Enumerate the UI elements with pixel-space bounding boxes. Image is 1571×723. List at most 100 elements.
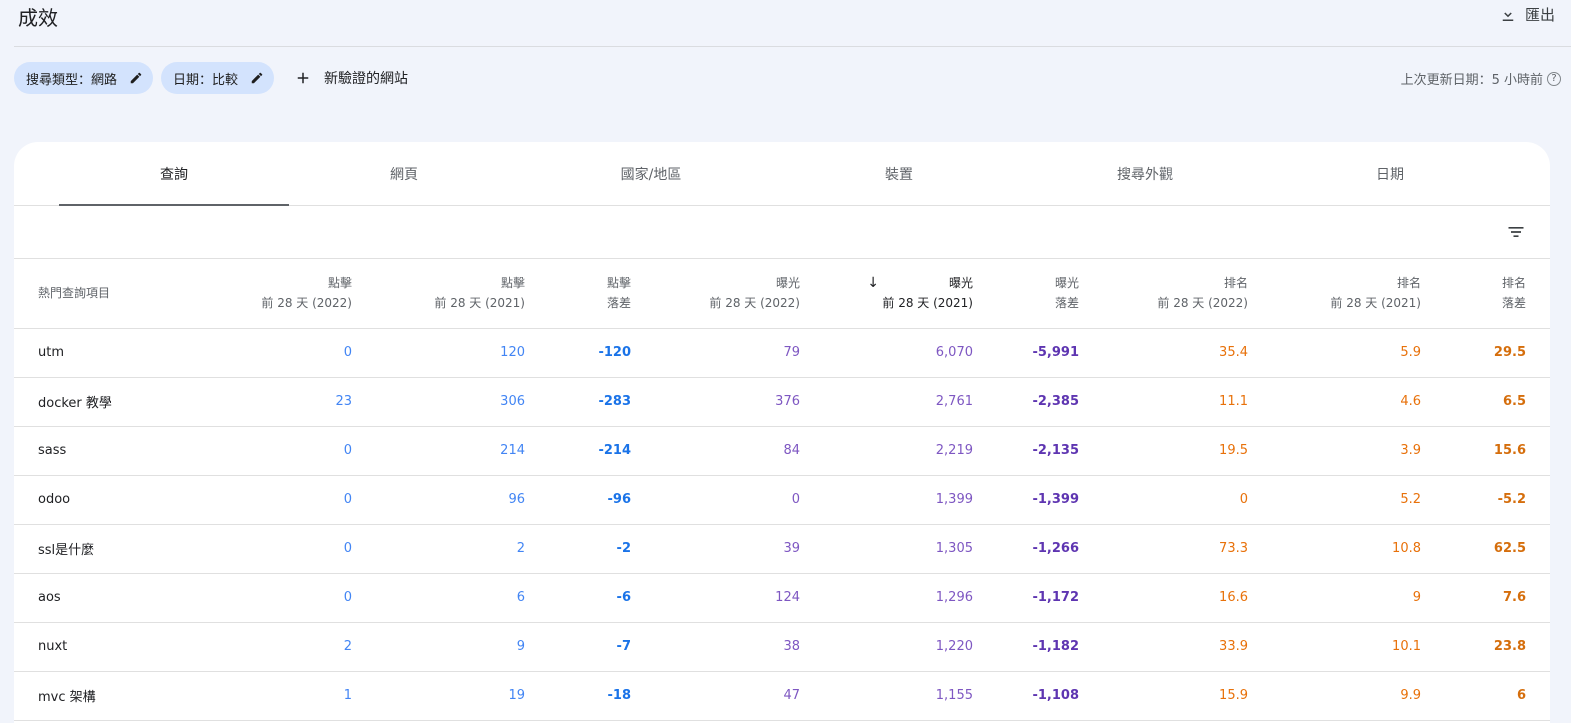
- clicks-2022-cell: 1: [194, 671, 376, 721]
- dimension-tabs: 查詢 網頁 國家/地區 裝置 搜尋外觀 日期: [14, 142, 1550, 206]
- header-position-diff[interactable]: 排名 落差: [1445, 259, 1550, 329]
- last-update: 上次更新日期：5 小時前 ?: [1401, 69, 1561, 88]
- header-clicks-2021[interactable]: 點擊前 28 天 (2021): [376, 259, 549, 329]
- tab-devices[interactable]: 裝置: [784, 142, 1014, 206]
- clicks-2022-cell: 0: [194, 475, 376, 525]
- table-row[interactable]: aos 0 6 -6 124 1,296 -1,172 16.6 9 7.6: [14, 573, 1550, 623]
- export-button[interactable]: 匯出: [1499, 4, 1555, 25]
- header-impressions-diff[interactable]: 曝光 落差: [997, 259, 1103, 329]
- position-2022-cell: 35.4: [1103, 328, 1272, 378]
- position-2021-cell: 9.9: [1272, 671, 1445, 721]
- position-2021-cell: 10.1: [1272, 622, 1445, 672]
- impressions-diff-cell: -5,991: [997, 328, 1103, 378]
- position-diff-cell: 6.5: [1445, 377, 1550, 427]
- tab-dates[interactable]: 日期: [1275, 142, 1505, 206]
- clicks-2021-cell: 19: [376, 671, 549, 721]
- impressions-2021-cell: 1,305: [824, 524, 997, 574]
- query-cell: nuxt: [14, 622, 194, 672]
- header-top-queries[interactable]: 熱門查詢項目: [14, 259, 194, 329]
- tab-queries[interactable]: 查詢: [59, 142, 289, 206]
- clicks-2021-cell: 96: [376, 475, 549, 525]
- position-2022-cell: 73.3: [1103, 524, 1272, 574]
- impressions-2022-cell: 79: [655, 328, 824, 378]
- impressions-2021-cell: 1,220: [824, 622, 997, 672]
- position-2022-cell: 0: [1103, 475, 1272, 525]
- filter-chips: 搜尋類型：網路 日期：比較 新驗證的網站: [14, 62, 408, 94]
- pencil-icon: [251, 72, 263, 84]
- impressions-2021-cell: 2,219: [824, 426, 997, 476]
- position-2022-cell: 19.5: [1103, 426, 1272, 476]
- position-2021-cell: 4.6: [1272, 377, 1445, 427]
- impressions-2022-cell: 0: [655, 475, 824, 525]
- tab-search-appearance[interactable]: 搜尋外觀: [1030, 142, 1260, 206]
- clicks-2022-cell: 0: [194, 426, 376, 476]
- position-2022-cell: 11.1: [1103, 377, 1272, 427]
- clicks-diff-cell: -6: [549, 573, 655, 623]
- table-row[interactable]: mvc 架構 1 19 -18 47 1,155 -1,108 15.9 9.9 6: [14, 671, 1550, 721]
- clicks-diff-cell: -2: [549, 524, 655, 574]
- position-diff-cell: -5.2: [1445, 475, 1550, 525]
- query-cell: mvc 架構: [14, 671, 194, 721]
- last-update-text: 上次更新日期：5 小時前: [1400, 73, 1543, 88]
- table-row[interactable]: utm 0 120 -120 79 6,070 -5,991 35.4 5.9 29.5: [14, 328, 1550, 378]
- position-2022-cell: 33.9: [1103, 622, 1272, 672]
- position-diff-cell: 62.5: [1445, 524, 1550, 574]
- clicks-2021-cell: 306: [376, 377, 549, 427]
- tab-pages[interactable]: 網頁: [289, 142, 519, 206]
- impressions-diff-cell: -1,266: [997, 524, 1103, 574]
- pencil-icon: [130, 72, 142, 84]
- table-row[interactable]: nuxt 2 9 -7 38 1,220 -1,182 33.9 10.1 23.8: [14, 622, 1550, 672]
- position-2021-cell: 9: [1272, 573, 1445, 623]
- position-diff-cell: 6: [1445, 671, 1550, 721]
- header-impressions-2021[interactable]: ↓ 曝光前 28 天 (2021): [824, 259, 997, 329]
- impressions-2021-cell: 1,399: [824, 475, 997, 525]
- impressions-diff-cell: -1,172: [997, 573, 1103, 623]
- position-2022-cell: 15.9: [1103, 671, 1272, 721]
- clicks-diff-cell: -120: [549, 328, 655, 378]
- impressions-2021-cell: 1,296: [824, 573, 997, 623]
- search-type-chip[interactable]: 搜尋類型：網路: [14, 62, 154, 94]
- clicks-2022-cell: 23: [194, 377, 376, 427]
- filter-icon[interactable]: [1506, 222, 1526, 242]
- help-icon[interactable]: ?: [1547, 71, 1561, 86]
- date-chip-label: 日期：比較: [173, 72, 239, 88]
- query-cell: aos: [14, 573, 194, 623]
- clicks-2022-cell: 0: [194, 328, 376, 378]
- clicks-2022-cell: 2: [194, 622, 376, 672]
- impressions-2022-cell: 84: [655, 426, 824, 476]
- query-cell: odoo: [14, 475, 194, 525]
- clicks-2021-cell: 6: [376, 573, 549, 623]
- header-impressions-2022[interactable]: 曝光前 28 天 (2022): [655, 259, 824, 329]
- tab-countries[interactable]: 國家/地區: [536, 142, 766, 206]
- date-chip[interactable]: 日期：比較: [161, 62, 275, 94]
- position-diff-cell: 29.5: [1445, 328, 1550, 378]
- clicks-diff-cell: -18: [549, 671, 655, 721]
- table-header-row: 熱門查詢項目 點擊前 28 天 (2022) 點擊前 28 天 (2021) 點…: [14, 259, 1550, 329]
- add-new-site-button[interactable]: 新驗證的網站: [294, 68, 408, 88]
- header-clicks-2022[interactable]: 點擊前 28 天 (2022): [194, 259, 376, 329]
- table-row[interactable]: ssl是什麼 0 2 -2 39 1,305 -1,266 73.3 10.8 62.5: [14, 524, 1550, 574]
- header-divider: [14, 46, 1571, 47]
- impressions-2021-cell: 6,070: [824, 328, 997, 378]
- query-cell: docker 教學: [14, 377, 194, 427]
- clicks-2021-cell: 214: [376, 426, 549, 476]
- position-2022-cell: 16.6: [1103, 573, 1272, 623]
- impressions-diff-cell: -1,399: [997, 475, 1103, 525]
- table-row[interactable]: docker 教學 23 306 -283 376 2,761 -2,385 11.1 4.6 6…: [14, 377, 1550, 427]
- header-clicks-diff[interactable]: 點擊 落差: [549, 259, 655, 329]
- clicks-diff-cell: -214: [549, 426, 655, 476]
- sort-arrow-icon: ↓: [867, 275, 879, 292]
- position-2021-cell: 5.9: [1272, 328, 1445, 378]
- position-diff-cell: 15.6: [1445, 426, 1550, 476]
- table-row[interactable]: odoo 0 96 -96 0 1,399 -1,399 0 5.2 -5.2: [14, 475, 1550, 525]
- table-row[interactable]: sass 0 214 -214 84 2,219 -2,135 19.5 3.9 15.6: [14, 426, 1550, 476]
- clicks-2022-cell: 0: [194, 573, 376, 623]
- position-2021-cell: 3.9: [1272, 426, 1445, 476]
- clicks-diff-cell: -7: [549, 622, 655, 672]
- position-2021-cell: 10.8: [1272, 524, 1445, 574]
- impressions-diff-cell: -1,182: [997, 622, 1103, 672]
- clicks-2021-cell: 120: [376, 328, 549, 378]
- impressions-2022-cell: 124: [655, 573, 824, 623]
- header-position-2022[interactable]: 排名前 28 天 (2022): [1103, 259, 1272, 329]
- header-position-2021[interactable]: 排名前 28 天 (2021): [1272, 259, 1445, 329]
